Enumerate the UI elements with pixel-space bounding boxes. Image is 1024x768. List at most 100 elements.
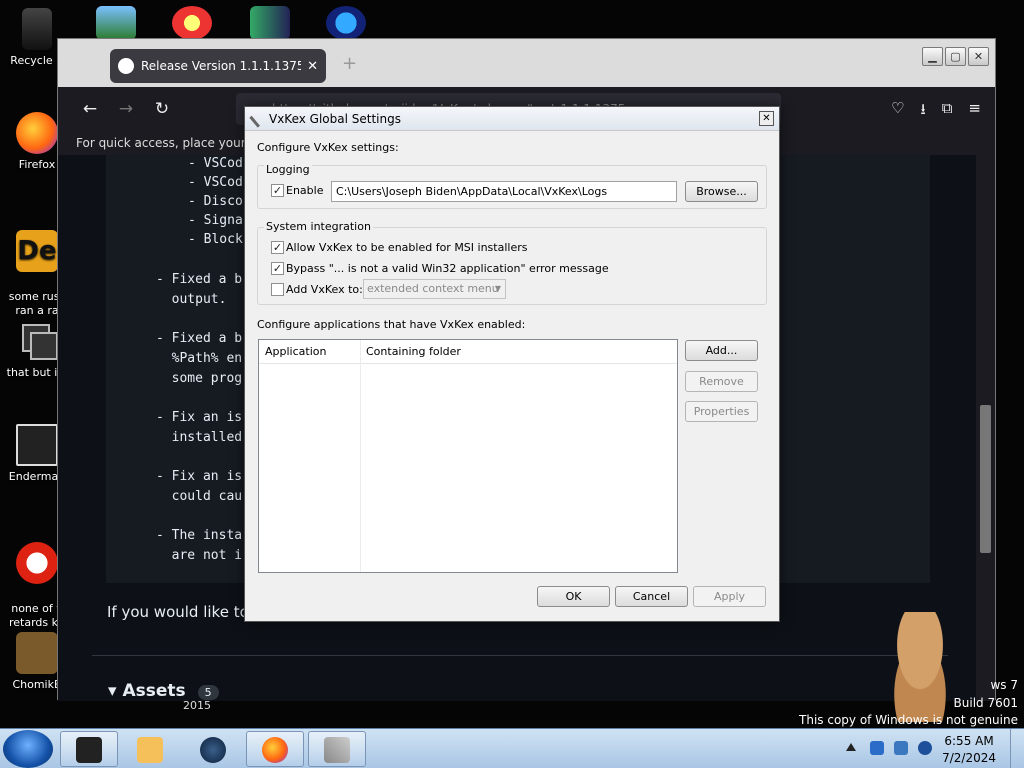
code-line: - Fixed a b — [156, 272, 243, 287]
terminal-icon — [76, 737, 102, 763]
properties-button[interactable]: Properties — [685, 401, 758, 422]
globe-icon — [200, 737, 226, 763]
taskbar-app-globe[interactable] — [184, 731, 242, 767]
code-line: - Signa — [188, 213, 243, 228]
logging-enable-label: Enable — [286, 184, 324, 197]
show-desktop-button[interactable] — [1010, 729, 1024, 768]
code-line: %Path% en — [156, 351, 243, 366]
code-line: installed — [156, 430, 243, 445]
divider — [92, 655, 948, 656]
new-tab-button[interactable]: + — [342, 53, 357, 74]
list-header: Application Containing folder — [259, 340, 677, 364]
hamster-desktop-pet — [880, 612, 960, 722]
logging-enable-checkbox[interactable]: ✓ — [271, 184, 284, 197]
code-line: - Fix an is — [156, 410, 243, 425]
scrollbar-thumb[interactable] — [980, 405, 991, 553]
context-menu-value: extended context menu — [367, 282, 499, 295]
logging-group-label: Logging — [264, 163, 312, 176]
minimize-button[interactable]: ▁ — [922, 47, 943, 66]
window-controls: ▁ ▢ ✕ — [922, 47, 989, 66]
context-menu-select[interactable]: extended context menu ▼ — [363, 279, 506, 299]
taskbar-app-media[interactable] — [121, 731, 179, 767]
vxkex-settings-dialog: VxKex Global Settings ✕ Configure VxKex … — [244, 106, 780, 622]
system-integration-label: System integration — [264, 220, 373, 233]
clock-time: 6:55 AM — [944, 734, 994, 748]
tab-close-button[interactable]: ✕ — [307, 59, 318, 74]
code-line: - Fix an is — [156, 469, 243, 484]
assets-header[interactable]: ▾ Assets 5 — [108, 681, 219, 701]
back-button[interactable]: ← — [72, 99, 108, 119]
menu-icon[interactable]: ≡ — [968, 99, 981, 124]
toolbar-right: ♡ ⭳ ⧉ ≡ — [891, 99, 981, 124]
desktop-icon-label: Recycle B — [10, 54, 64, 67]
configure-label: Configure VxKex settings: — [257, 141, 399, 154]
system-tray: 6:55 AM 7/2/2024 — [844, 729, 1024, 768]
log-path-field[interactable]: C:\Users\Joseph Biden\AppData\Local\VxKe… — [331, 181, 677, 202]
desktop-icon-label: ChomikB — [12, 678, 62, 691]
ok-button[interactable]: OK — [537, 586, 610, 607]
desktop-icon-label: Firefox — [18, 158, 56, 171]
browser-tab[interactable]: Release Version 1.1.1.1375 · vxiie ✕ — [110, 49, 326, 83]
network-icon[interactable] — [894, 741, 908, 755]
bypass-checkbox[interactable]: ✓ — [271, 262, 284, 275]
p-app-icon[interactable] — [172, 6, 212, 40]
reload-button[interactable]: ↻ — [144, 99, 180, 119]
chomikbox-icon — [16, 632, 58, 674]
remove-button[interactable]: Remove — [685, 371, 758, 392]
column-application[interactable]: Application — [259, 340, 360, 364]
malwarebytes-icon[interactable] — [326, 6, 366, 40]
browse-button[interactable]: Browse... — [685, 181, 758, 202]
volume-icon[interactable] — [918, 741, 932, 755]
start-button[interactable] — [3, 730, 53, 768]
apply-button[interactable]: Apply — [693, 586, 766, 607]
wrench-icon — [249, 109, 268, 128]
taskbar-app-firefox[interactable] — [246, 731, 304, 767]
msi-checkbox[interactable]: ✓ — [271, 241, 284, 254]
add-button[interactable]: Add... — [685, 340, 758, 361]
watermark-line2: Build 7601 — [953, 696, 1018, 710]
downloads-icon[interactable]: ⭳ — [920, 99, 925, 124]
forward-button[interactable]: → — [108, 99, 144, 119]
watermark-line3: This copy of Windows is not genuine — [799, 713, 1018, 727]
code-line: - VSCod — [188, 175, 243, 190]
taskbar-app-tools[interactable] — [308, 731, 366, 767]
extensions-icon[interactable]: ⧉ — [942, 99, 953, 124]
mail-app-icon[interactable] — [96, 6, 136, 40]
close-button[interactable]: ✕ — [968, 47, 989, 66]
enderman-icon — [16, 424, 58, 466]
code-line: could cau — [156, 489, 243, 504]
msi-label: Allow VxKex to be enabled for MSI instal… — [286, 241, 528, 254]
taskbar-app-terminal[interactable] — [60, 731, 118, 767]
column-containing-folder[interactable]: Containing folder — [360, 340, 461, 364]
dialog-titlebar: VxKex Global Settings ✕ — [245, 107, 779, 131]
clock[interactable]: 6:55 AM 7/2/2024 — [942, 733, 996, 767]
dialog-title: VxKex Global Settings — [269, 112, 401, 126]
code-line: - VSCod — [188, 156, 243, 171]
add-vxkex-checkbox[interactable] — [271, 283, 284, 296]
page-scrollbar[interactable] — [976, 155, 995, 701]
tab-title: Release Version 1.1.1.1375 · vxiie — [141, 59, 302, 73]
book-app-icon[interactable] — [250, 6, 290, 40]
code-line: - The insta — [156, 528, 243, 543]
code-line: some prog — [156, 371, 243, 386]
code-line: - Fixed a b — [156, 331, 243, 346]
code-line: are not i — [156, 548, 243, 563]
maximize-button[interactable]: ▢ — [945, 47, 966, 66]
red-app-icon — [16, 542, 58, 584]
chevron-down-icon: ▾ — [108, 681, 123, 701]
release-paragraph: If you would like to — [107, 603, 249, 621]
applications-list[interactable]: Application Containing folder — [258, 339, 678, 573]
desktop-year-text: 2015 — [183, 699, 211, 712]
de-app-icon: De — [16, 230, 58, 272]
media-player-icon — [137, 737, 163, 763]
tray-app-icon[interactable] — [870, 741, 884, 755]
dialog-close-button[interactable]: ✕ — [759, 111, 774, 126]
cancel-button[interactable]: Cancel — [615, 586, 688, 607]
code-line: output. — [156, 292, 227, 307]
recycle-bin-icon — [22, 8, 52, 50]
column-separator — [360, 340, 361, 572]
firefox-icon — [16, 112, 58, 154]
pocket-icon[interactable]: ♡ — [891, 99, 904, 124]
tray-expand-icon[interactable] — [846, 743, 856, 751]
assets-label: Assets — [122, 681, 186, 701]
